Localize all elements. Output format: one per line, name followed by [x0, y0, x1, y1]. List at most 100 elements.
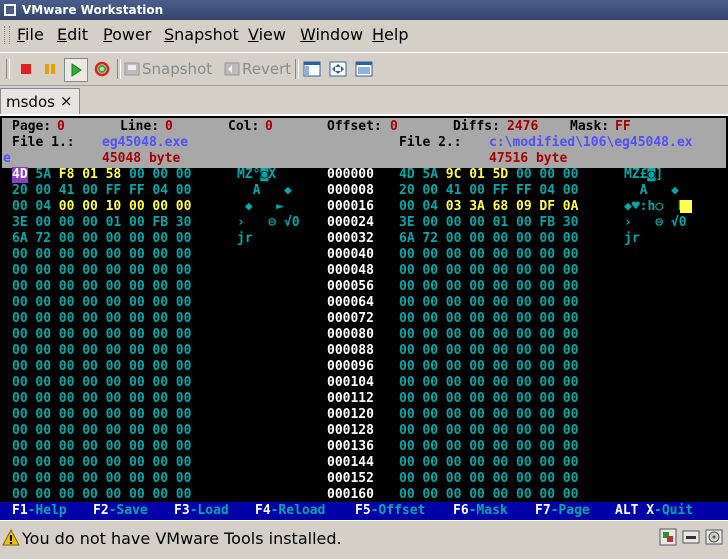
revert-button[interactable]: Revert: [222, 58, 291, 80]
snapshot-button[interactable]: Snapshot: [122, 58, 212, 80]
full-screen-button[interactable]: [328, 58, 348, 80]
offset-cell: 000072: [327, 311, 374, 326]
file1-byte: 00: [105, 439, 122, 454]
file2-byte: 00: [399, 439, 415, 454]
file1-byte: 00: [35, 423, 52, 438]
revert-icon: [224, 62, 240, 76]
vmware-tools-message[interactable]: You do not have VMware Tools installed.: [22, 529, 342, 548]
menu-view[interactable]: View: [248, 25, 286, 44]
fkey-1-label: -Save: [108, 503, 148, 518]
file1-byte: 00: [152, 375, 169, 390]
file2-byte: 00: [562, 167, 579, 182]
file2-byte: 00: [399, 391, 415, 406]
window-titlebar[interactable]: VMware Workstation: [0, 0, 728, 20]
file2-byte: 00: [492, 247, 509, 262]
file2-byte: 00: [445, 263, 462, 278]
file1-byte: 04: [35, 199, 52, 214]
file1-ascii: MZ°◙X: [237, 167, 277, 182]
power-on-button[interactable]: [64, 58, 88, 82]
file1-byte: 00: [35, 343, 52, 358]
file2-byte: 9C: [445, 167, 462, 182]
file2-byte: 00: [469, 183, 485, 198]
line-value: 0: [165, 119, 173, 134]
file2-byte: 00: [516, 215, 532, 230]
file1-byte: 00: [58, 407, 75, 422]
file1-byte: 04: [152, 183, 169, 198]
menu-file[interactable]: File: [17, 25, 44, 44]
file2-byte: 00: [445, 471, 462, 486]
file2-byte: 00: [445, 231, 462, 246]
fkey-7-key[interactable]: ALT X: [615, 503, 654, 519]
tab-close-icon[interactable]: ×: [60, 92, 73, 110]
fkey-6-key[interactable]: F7: [535, 503, 551, 519]
menubar-grip[interactable]: [4, 26, 10, 44]
file2-byte: 00: [445, 247, 462, 262]
file1-byte: 00: [12, 295, 28, 310]
file2-byte: 00: [516, 375, 532, 390]
file1-byte: 00: [82, 471, 98, 486]
status-bar: You do not have VMware Tools installed.: [0, 520, 728, 559]
file1-byte: 00: [129, 343, 145, 358]
fullscreen-icon: [329, 61, 347, 77]
file1-byte: 00: [35, 455, 52, 470]
power-off-button[interactable]: [16, 58, 36, 80]
offset-cell: 000144: [327, 455, 374, 470]
file2-byte: 5D: [492, 167, 509, 182]
menu-power[interactable]: Power: [103, 25, 151, 44]
quick-switch-button[interactable]: [354, 58, 374, 80]
file1-byte: 00: [12, 199, 28, 214]
file2-byte: 00: [539, 391, 556, 406]
file2-byte: 00: [469, 295, 485, 310]
vm-console[interactable]: Page: 0 Line: 0 Col: 0 Offset: 0 Diffs: …: [0, 114, 728, 520]
file1-byte: 01: [82, 167, 98, 182]
file2-byte: 00: [562, 183, 579, 198]
file2-byte: 3A: [469, 199, 485, 214]
file1-byte: 00: [58, 327, 75, 342]
floppy-device-icon[interactable]: [681, 527, 701, 547]
file2-byte: 00: [492, 391, 509, 406]
suspend-button[interactable]: [40, 58, 60, 80]
file2-byte: 00: [562, 391, 579, 406]
file1-byte: 00: [12, 391, 28, 406]
file1-byte: FB: [152, 215, 169, 230]
file2-byte: 00: [399, 407, 415, 422]
menu-window[interactable]: Window: [300, 25, 363, 44]
file1-byte: 00: [82, 423, 98, 438]
file1-byte: 00: [12, 487, 28, 502]
fkey-1-key[interactable]: F2: [93, 503, 109, 519]
file1-byte: 00: [12, 455, 28, 470]
file1-byte: 00: [82, 295, 98, 310]
fkey-3-key[interactable]: F4: [255, 503, 271, 519]
menu-help[interactable]: Help: [372, 25, 408, 44]
reset-button[interactable]: [92, 58, 112, 80]
file1-byte: 00: [35, 439, 52, 454]
file1-byte: 00: [58, 311, 75, 326]
file1-byte: 00: [105, 391, 122, 406]
fkey-2-key[interactable]: F3: [174, 503, 190, 519]
file2-byte: 00: [539, 375, 556, 390]
cdrom-device-icon[interactable]: [704, 527, 724, 547]
file1-byte: 00: [105, 487, 122, 502]
fkey-0-key[interactable]: F1: [12, 503, 28, 519]
network-device-icon[interactable]: [658, 527, 678, 547]
file2-byte: 00: [422, 471, 439, 486]
file1-byte: 00: [152, 391, 169, 406]
sidebar-toggle-button[interactable]: [302, 58, 322, 80]
tab-msdos[interactable]: msdos ×: [0, 88, 80, 115]
file2-byte: 30: [562, 215, 579, 230]
file2-byte: 00: [516, 167, 532, 182]
file1-byte: 00: [105, 455, 122, 470]
fkey-5-key[interactable]: F6: [453, 503, 469, 519]
fkey-4-key[interactable]: F5: [355, 503, 371, 519]
file1-byte: 00: [129, 391, 145, 406]
offset-cell: 000104: [327, 375, 374, 390]
file2-byte: 04: [539, 183, 556, 198]
file2-byte: 00: [469, 471, 485, 486]
file2-byte: 00: [469, 455, 485, 470]
menu-snapshot[interactable]: Snapshot: [164, 25, 239, 44]
file2-byte: 00: [399, 263, 415, 278]
revert-label: Revert: [242, 60, 292, 78]
file1-byte: 00: [152, 199, 169, 214]
menu-edit[interactable]: Edit: [57, 25, 88, 44]
file2-ascii: A ◆: [624, 183, 679, 198]
